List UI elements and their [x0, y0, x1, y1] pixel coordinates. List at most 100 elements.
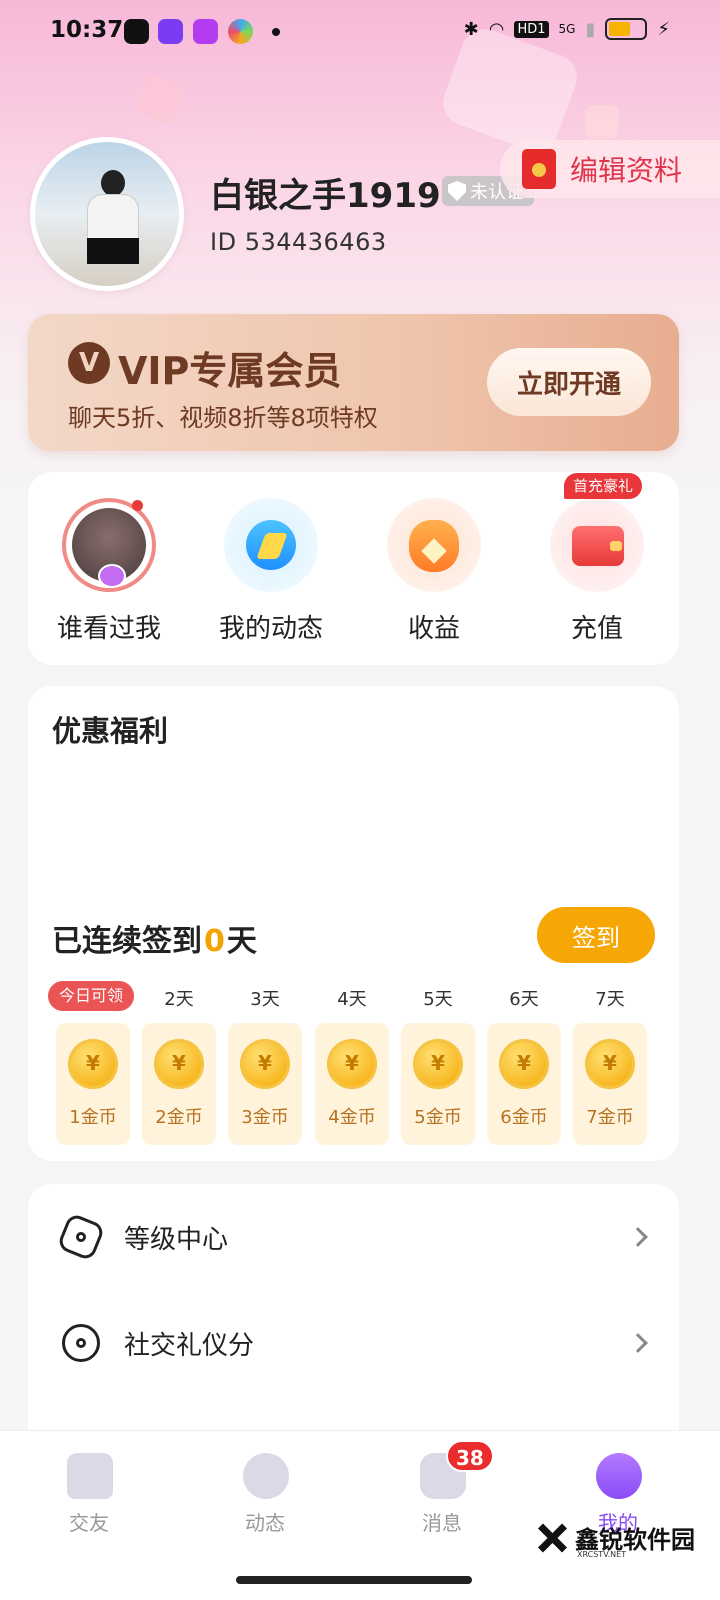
- wallet-icon: [550, 498, 644, 592]
- checkin-day-4[interactable]: 4天 ¥ 4金币: [315, 983, 389, 1145]
- coin-icon: ¥: [413, 1039, 463, 1089]
- profile-icon: [596, 1453, 642, 1499]
- welfare-title: 优惠福利: [52, 714, 169, 748]
- avatar-photo: [87, 170, 139, 286]
- day-label: 3天: [250, 989, 280, 1010]
- shield-icon: [448, 181, 466, 201]
- checkin-day-5[interactable]: 5天 ¥ 5金币: [401, 983, 475, 1145]
- menu-label: 等级中心: [124, 1224, 229, 1255]
- badge-icon: [56, 1212, 106, 1262]
- bottom-tab-bar: 交友 动态 消息 我的: [0, 1430, 720, 1600]
- quick-actions-card: 谁看过我 我的动态 收益 充值: [28, 472, 679, 665]
- bluetooth-icon: ✱: [463, 18, 479, 40]
- avatar[interactable]: [30, 137, 184, 291]
- today-claimable-tag: 今日可领: [48, 981, 134, 1011]
- day-label: 2天: [164, 989, 194, 1010]
- charging-icon: ⚡: [657, 18, 670, 40]
- coin-icon: ¥: [154, 1039, 204, 1089]
- tiktok-app-icon: [124, 19, 149, 44]
- user-id: ID 534436463: [210, 228, 387, 256]
- reward-label: 4金币: [328, 1107, 376, 1128]
- username: 白银之手1919: [210, 176, 441, 216]
- menu-label: 社交礼仪分: [124, 1330, 255, 1361]
- checkin-day-3[interactable]: 3天 ¥ 3金币: [228, 983, 302, 1145]
- first-recharge-gift-tag: 首充豪礼: [564, 473, 643, 499]
- checkin-day-1[interactable]: 今日可领 ¥ 1金币: [48, 981, 134, 1145]
- action-label: 收益: [407, 614, 460, 644]
- leaf-icon: [243, 1453, 289, 1499]
- watermark-logo-icon: [535, 1521, 569, 1555]
- vip-logo-icon: V: [68, 342, 110, 384]
- reward-label: 3金币: [241, 1107, 289, 1128]
- chevron-right-icon: [628, 1333, 648, 1353]
- reward-tile: ¥ 6金币: [487, 1023, 561, 1145]
- menu-card: 等级中心 社交礼仪分: [28, 1184, 679, 1444]
- red-envelope-icon: [522, 149, 556, 189]
- reward-label: 6金币: [500, 1107, 548, 1128]
- tab-moments[interactable]: 动态: [205, 1443, 325, 1543]
- coin-icon: ¥: [499, 1039, 549, 1089]
- coin-icon: ¥: [327, 1039, 377, 1089]
- status-time: 10:37: [50, 17, 124, 43]
- checkin-day-2[interactable]: 2天 ¥ 2金币: [142, 983, 216, 1145]
- action-income[interactable]: 收益: [353, 472, 515, 665]
- vip-subtitle: 聊天5折、视频8折等8项特权: [68, 404, 378, 432]
- signal-5g-icon: 5G: [558, 22, 576, 36]
- money-bag-icon: [387, 498, 481, 592]
- day-label: 7天: [595, 989, 625, 1010]
- checkin-suffix: 天: [226, 924, 257, 959]
- battery-icon: [605, 18, 648, 40]
- notification-dot: [272, 28, 280, 36]
- edit-profile-button[interactable]: 编辑资料: [500, 140, 720, 198]
- tab-label: 交友: [69, 1511, 109, 1535]
- reward-label: 5金币: [414, 1107, 462, 1128]
- action-label: 我的动态: [218, 614, 323, 644]
- reward-tile: ¥ 5金币: [401, 1023, 475, 1145]
- flower-icon: [62, 1324, 100, 1362]
- visitor-avatar-icon: [62, 498, 156, 592]
- action-recharge[interactable]: 充值: [516, 472, 678, 665]
- vip-title: VIP专属会员: [118, 349, 342, 393]
- vip-open-button[interactable]: 立即开通: [487, 348, 651, 416]
- hd-icon: HD1: [514, 20, 549, 38]
- wifi-icon: ◠: [488, 18, 505, 40]
- action-label: 谁看过我: [56, 614, 161, 644]
- status-bar: 10:37 ✱ ◠ HD1 5G ▮ ⚡: [0, 0, 720, 64]
- home-heart-icon: [67, 1453, 113, 1499]
- reward-tile: ¥ 4金币: [315, 1023, 389, 1145]
- tab-label: 消息: [422, 1511, 462, 1535]
- action-visitors[interactable]: 谁看过我: [28, 472, 190, 665]
- coin-icon: ¥: [585, 1039, 635, 1089]
- reward-tile: ¥ 7金币: [573, 1023, 647, 1145]
- checkin-prefix: 已连续签到: [52, 924, 202, 959]
- home-indicator[interactable]: [236, 1576, 472, 1584]
- checkin-days: 0: [204, 924, 225, 959]
- heart-icon: [98, 564, 126, 588]
- day-label: 4天: [337, 989, 367, 1010]
- vip-banner[interactable]: V VIP专属会员 聊天5折、视频8折等8项特权 立即开通: [28, 314, 679, 451]
- watermark: 鑫锐软件园 XRCSTV.NET: [535, 1520, 695, 1559]
- tab-friends[interactable]: 交友: [29, 1443, 149, 1543]
- menu-item-social-etiquette[interactable]: 社交礼仪分: [28, 1290, 679, 1396]
- reward-tile: ¥ 2金币: [142, 1023, 216, 1145]
- signal-icon: ▮: [585, 18, 596, 40]
- app-icon: [193, 19, 218, 44]
- checkin-button[interactable]: 签到: [537, 907, 655, 963]
- menu-item-level-center[interactable]: 等级中心: [28, 1184, 679, 1290]
- edit-profile-label: 编辑资料: [570, 154, 683, 187]
- browser-app-icon: [228, 19, 253, 44]
- checkin-status: 已连续签到 0 天: [52, 916, 257, 960]
- checkin-day-7[interactable]: 7天 ¥ 7金币: [573, 983, 647, 1145]
- action-my-moments[interactable]: 我的动态: [190, 472, 352, 665]
- tab-label: 动态: [245, 1511, 285, 1535]
- decoration-shape: [585, 105, 619, 139]
- unread-dot: [132, 500, 143, 511]
- watermark-sub: XRCSTV.NET: [577, 1550, 627, 1559]
- coin-icon: ¥: [240, 1039, 290, 1089]
- reward-label: 2金币: [155, 1107, 203, 1128]
- reward-tile: ¥ 1金币: [56, 1023, 130, 1145]
- checkin-day-6[interactable]: 6天 ¥ 6金币: [487, 983, 561, 1145]
- reward-label: 7金币: [586, 1107, 634, 1128]
- cat-app-icon: [158, 19, 183, 44]
- welfare-card: 优惠福利 已连续签到 0 天 签到 今日可领 ¥ 1金币 2天 ¥ 2金币 3天…: [28, 686, 679, 1161]
